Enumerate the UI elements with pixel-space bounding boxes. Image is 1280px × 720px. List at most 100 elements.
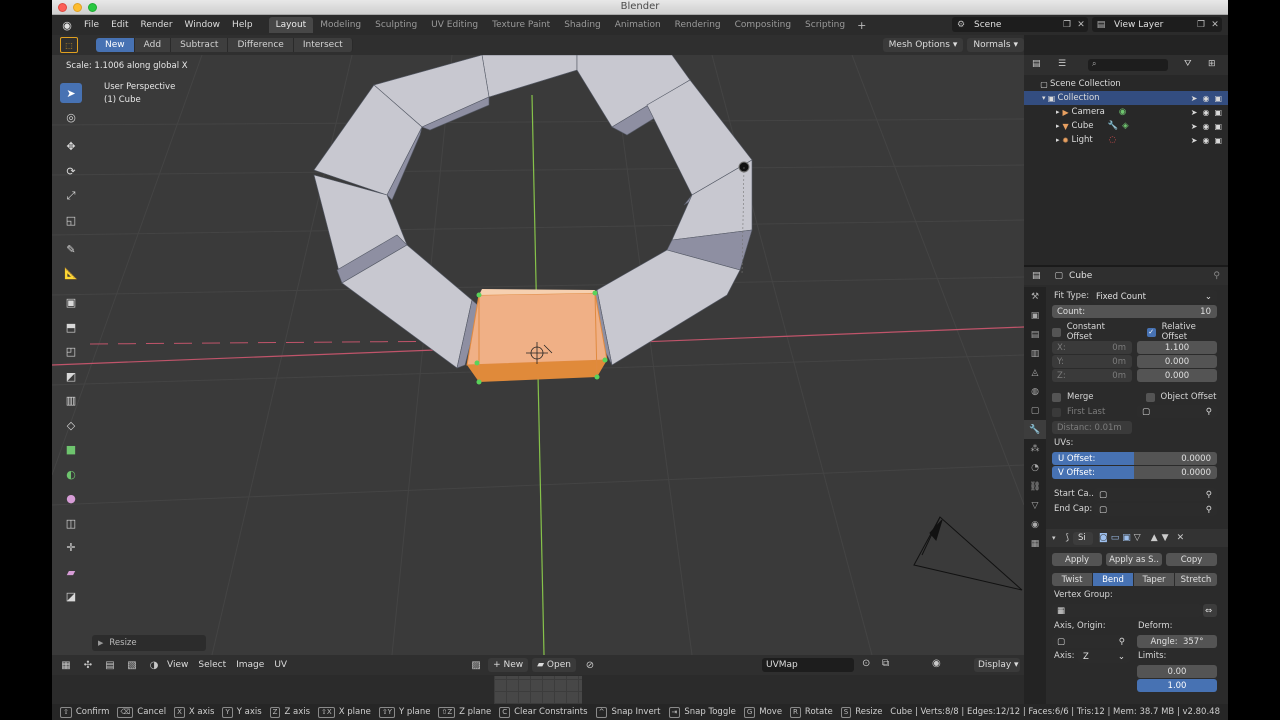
scale-tool-icon[interactable]: ⤢ xyxy=(60,186,82,206)
scene-name[interactable]: Scene xyxy=(970,20,1060,30)
shrink-fatten-tool-icon[interactable]: ✛ xyxy=(60,538,82,558)
axis-dropdown[interactable]: Z ⌄ xyxy=(1078,650,1130,663)
transform-tool-icon[interactable]: ◱ xyxy=(60,210,82,230)
relative-x-field[interactable]: 1.100 xyxy=(1137,341,1217,354)
spin-tool-icon[interactable]: ◐ xyxy=(60,464,82,484)
uv-menu-view[interactable]: View xyxy=(162,660,193,670)
relative-y-field[interactable]: 0.000 xyxy=(1137,355,1217,368)
v-offset-value[interactable]: 0.0000 xyxy=(1134,466,1217,479)
render-icon[interactable]: ▣ xyxy=(1214,94,1222,103)
edit-mode-icon[interactable]: ◙ xyxy=(1099,533,1108,543)
output-tab-icon[interactable]: ▤ xyxy=(1024,325,1046,344)
render-display-icon[interactable]: ▣ xyxy=(1122,533,1131,543)
menu-file[interactable]: File xyxy=(78,20,105,30)
relative-offset-checkbox[interactable]: ✓ xyxy=(1146,327,1156,337)
object-offset-checkbox[interactable] xyxy=(1145,392,1155,402)
material-tab-icon[interactable]: ◉ xyxy=(1024,515,1046,534)
blender-logo-icon[interactable]: ◉ xyxy=(56,19,78,32)
invert-vertex-group-icon[interactable]: ⇔ xyxy=(1203,604,1217,617)
view-layer-selector[interactable]: ▤ View Layer ❐ ✕ xyxy=(1092,17,1222,32)
smooth-tool-icon[interactable]: ● xyxy=(60,489,82,509)
eyedropper-icon[interactable]: ⚲ xyxy=(1206,407,1212,417)
render-icon[interactable]: ▣ xyxy=(1214,108,1222,117)
inset-tool-icon[interactable]: ◰ xyxy=(60,342,82,362)
rotate-tool-icon[interactable]: ⟳ xyxy=(60,161,82,181)
scene-selector[interactable]: ⚙ Scene ❐ ✕ xyxy=(952,17,1088,32)
mesh-options-dropdown[interactable]: Mesh Options ▾ xyxy=(882,38,964,52)
measure-tool-icon[interactable]: 📐 xyxy=(60,264,82,284)
eye-icon[interactable]: ◉ xyxy=(1202,122,1209,131)
outliner-search[interactable]: ⌕ xyxy=(1088,59,1168,71)
pivot-icon[interactable]: ⊙ xyxy=(862,658,870,669)
new-collection-icon[interactable]: ⊞ xyxy=(1208,59,1216,69)
eyedropper-icon[interactable]: ⚲ xyxy=(1206,505,1212,515)
snap-icon[interactable]: ⧉ xyxy=(882,658,889,669)
proportional-edit-icon[interactable]: ◉ xyxy=(932,658,941,669)
menu-help[interactable]: Help xyxy=(226,20,259,30)
object-tab-icon[interactable]: ▢ xyxy=(1024,401,1046,420)
view-layer-tab-icon[interactable]: ▥ xyxy=(1024,344,1046,363)
camera-object[interactable] xyxy=(913,516,1023,591)
add-cube-tool-icon[interactable]: ▣ xyxy=(60,293,82,313)
uv-tool-icon[interactable]: ✣ xyxy=(80,660,96,671)
pin-icon[interactable]: ⚲ xyxy=(1213,271,1220,281)
tab-compositing[interactable]: Compositing xyxy=(728,17,798,33)
select-arrow-icon[interactable]: ➤ xyxy=(1191,122,1198,131)
display-mode-icon[interactable]: ☰ xyxy=(1058,59,1066,69)
bool-add-button[interactable]: Add xyxy=(134,38,172,52)
eye-icon[interactable]: ◉ xyxy=(1202,108,1209,117)
eyedropper-icon[interactable]: ⚲ xyxy=(1206,490,1212,500)
world-tab-icon[interactable]: ◍ xyxy=(1024,382,1046,401)
chevron-down-icon[interactable]: ▾ xyxy=(1052,534,1056,542)
copy-modifier-button[interactable]: Copy xyxy=(1166,553,1217,566)
limit-low-field[interactable]: 0.00 xyxy=(1137,665,1217,678)
eye-icon[interactable]: ◉ xyxy=(1202,94,1209,103)
delete-layer-icon[interactable]: ✕ xyxy=(1208,20,1222,30)
tab-rendering[interactable]: Rendering xyxy=(668,17,728,33)
outliner-editor-icon[interactable]: ▤ xyxy=(1032,59,1041,69)
v-offset-label[interactable]: V Offset: xyxy=(1052,466,1134,479)
edge-slide-tool-icon[interactable]: ◫ xyxy=(60,513,82,533)
texture-tab-icon[interactable]: ▦ xyxy=(1024,534,1046,553)
angle-field[interactable]: Angle: 357° xyxy=(1137,635,1217,648)
viewport-display-icon[interactable]: ▭ xyxy=(1111,533,1120,543)
deform-twist-button[interactable]: Twist xyxy=(1052,573,1092,586)
select-arrow-icon[interactable]: ➤ xyxy=(1191,136,1198,145)
eyedropper-icon[interactable]: ⚲ xyxy=(1119,637,1125,647)
tab-layout[interactable]: Layout xyxy=(268,17,314,33)
add-workspace-button[interactable]: + xyxy=(852,19,871,32)
outliner-collection[interactable]: ▾ ▣ Collection ➤ ◉ ▣ xyxy=(1024,91,1228,105)
uv-menu-select[interactable]: Select xyxy=(193,660,231,670)
modifier-tab-icon[interactable]: 🔧 xyxy=(1024,420,1046,439)
tab-uv-editing[interactable]: UV Editing xyxy=(424,17,485,33)
constant-y-field[interactable]: Y: 0m xyxy=(1052,355,1132,368)
outliner-scene-collection[interactable]: ▢ Scene Collection xyxy=(1024,77,1228,91)
uv-sticky-icon[interactable]: ◑ xyxy=(146,660,162,671)
u-offset-label[interactable]: U Offset: xyxy=(1052,452,1134,465)
move-down-icon[interactable]: ▼ xyxy=(1162,533,1169,543)
move-up-icon[interactable]: ▲ xyxy=(1151,533,1158,543)
cursor-tool-icon[interactable]: ◎ xyxy=(60,108,82,128)
selected-cube[interactable] xyxy=(466,289,608,385)
uv-map-field[interactable]: UVMap xyxy=(762,658,854,672)
move-tool-icon[interactable]: ✥ xyxy=(60,137,82,157)
vertex-group-field[interactable]: ▦ xyxy=(1052,604,1202,617)
tab-animation[interactable]: Animation xyxy=(608,17,668,33)
select-box-icon[interactable]: ⬚ xyxy=(60,37,78,53)
data-tab-icon[interactable]: ▽ xyxy=(1024,496,1046,515)
select-arrow-icon[interactable]: ➤ xyxy=(1191,94,1198,103)
outliner-item-light[interactable]: ▸ ✹ Light ◌ ➤ ◉ ▣ xyxy=(1024,133,1228,147)
shear-tool-icon[interactable]: ▰ xyxy=(60,562,82,582)
render-tab-icon[interactable]: ▣ xyxy=(1024,306,1046,325)
physics-tab-icon[interactable]: ◔ xyxy=(1024,458,1046,477)
tab-modeling[interactable]: Modeling xyxy=(313,17,368,33)
first-last-checkbox[interactable] xyxy=(1052,407,1061,417)
merge-checkbox[interactable] xyxy=(1052,392,1061,402)
scene-tab-icon[interactable]: ◬ xyxy=(1024,363,1046,382)
uv-menu-uv[interactable]: UV xyxy=(269,660,292,670)
particles-tab-icon[interactable]: ⁂ xyxy=(1024,439,1046,458)
tab-texture-paint[interactable]: Texture Paint xyxy=(485,17,557,33)
constraints-tab-icon[interactable]: ⛓ xyxy=(1024,477,1046,496)
copy-scene-icon[interactable]: ❐ xyxy=(1060,20,1074,30)
tab-sculpting[interactable]: Sculpting xyxy=(368,17,424,33)
